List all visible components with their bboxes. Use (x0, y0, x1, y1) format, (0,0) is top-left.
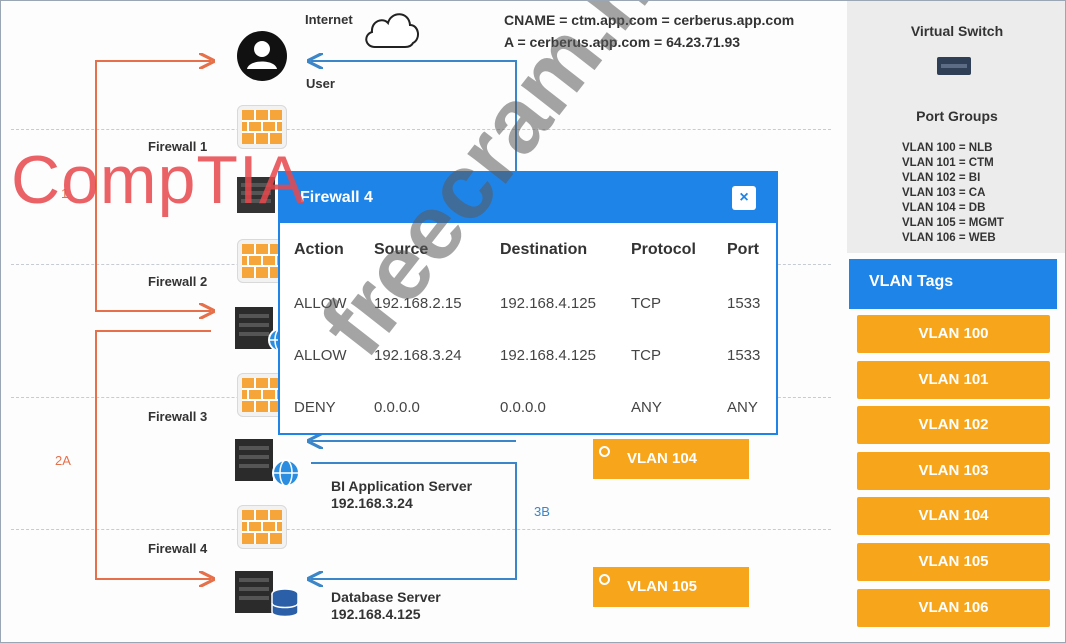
rule-protocol: TCP (631, 347, 661, 364)
vlan-tag-104[interactable]: VLAN 104 (857, 497, 1050, 535)
comptia-watermark: CompTIA (11, 142, 306, 218)
scenario-canvas: Internet User CNAME = ctm.app.com = cerb… (0, 0, 1066, 643)
firewall-icon (237, 505, 287, 549)
rule-destination: 0.0.0.0 (500, 399, 546, 416)
dropped-vlan-label: VLAN 105 (627, 578, 698, 595)
switch-icon (937, 57, 971, 75)
user-label: User (306, 76, 335, 91)
port-group-item: VLAN 103 = CA (902, 187, 986, 199)
virtual-switch-title: Virtual Switch (910, 23, 1004, 39)
rule-action: DENY (294, 399, 336, 416)
column-header-action: Action (294, 241, 344, 258)
column-header-protocol: Protocol (631, 241, 696, 258)
internet-label: Internet (305, 12, 353, 27)
rule-port: 1533 (727, 295, 761, 312)
cloud-icon (365, 13, 419, 48)
vlan-tag-102[interactable]: VLAN 102 (857, 406, 1050, 444)
close-icon[interactable]: × (732, 186, 756, 210)
firewall-4-label: Firewall 4 (148, 541, 208, 556)
vlan-tag-103[interactable]: VLAN 103 (857, 452, 1050, 490)
drop-handle-icon (599, 446, 610, 457)
vlan-tag-101[interactable]: VLAN 101 (857, 361, 1050, 399)
port-group-item: VLAN 106 = WEB (902, 232, 996, 244)
vlan-tag-106[interactable]: VLAN 106 (857, 589, 1050, 627)
rule-action: ALLOW (294, 347, 347, 364)
column-header-destination: Destination (500, 241, 588, 258)
port-group-item: VLAN 100 = NLB (902, 142, 993, 154)
rule-destination: 192.168.4.125 (500, 295, 596, 312)
drop-handle-icon (599, 574, 610, 585)
database-icon (271, 588, 299, 618)
rule-protocol: TCP (631, 295, 661, 312)
firewall-3-label: Firewall 3 (148, 409, 208, 424)
rule-destination: 192.168.4.125 (500, 347, 596, 364)
rule-source: 0.0.0.0 (374, 399, 420, 416)
port-group-item: VLAN 104 = DB (902, 202, 986, 214)
rule-port: ANY (727, 399, 758, 416)
path-label-2a: 2A (55, 453, 71, 468)
dropped-vlan-tag[interactable]: VLAN 104 (593, 439, 749, 479)
vlan-tag-100[interactable]: VLAN 100 (857, 315, 1050, 353)
db-server-ip: 192.168.4.125 (331, 606, 421, 622)
port-group-item: VLAN 102 = BI (902, 172, 981, 184)
bi-server-ip: 192.168.3.24 (331, 495, 413, 511)
virtual-switch-panel: Virtual Switch Port Groups VLAN 100 = NL… (847, 1, 1065, 253)
rule-protocol: ANY (631, 399, 662, 416)
port-groups-title: Port Groups (916, 108, 998, 124)
bi-server-name: BI Application Server (331, 478, 473, 494)
port-groups-list: VLAN 100 = NLB VLAN 101 = CTM VLAN 102 =… (902, 141, 1004, 246)
db-server-name: Database Server (331, 589, 441, 605)
column-header-port: Port (727, 241, 759, 258)
rule-port: 1533 (727, 347, 761, 364)
user-icon (237, 31, 287, 81)
firewall-2-label: Firewall 2 (148, 274, 208, 289)
path-label-3b: 3B (534, 504, 550, 519)
dropped-vlan-label: VLAN 104 (627, 450, 698, 467)
vlan-tags-header: VLAN Tags (849, 259, 1057, 309)
dropped-vlan-tag[interactable]: VLAN 105 (593, 567, 749, 607)
port-group-item: VLAN 105 = MGMT (902, 217, 1004, 229)
dialog-title: Firewall 4 (300, 189, 373, 206)
vlan-tag-105[interactable]: VLAN 105 (857, 543, 1050, 581)
globe-icon (272, 459, 300, 487)
port-group-item: VLAN 101 = CTM (902, 157, 994, 169)
